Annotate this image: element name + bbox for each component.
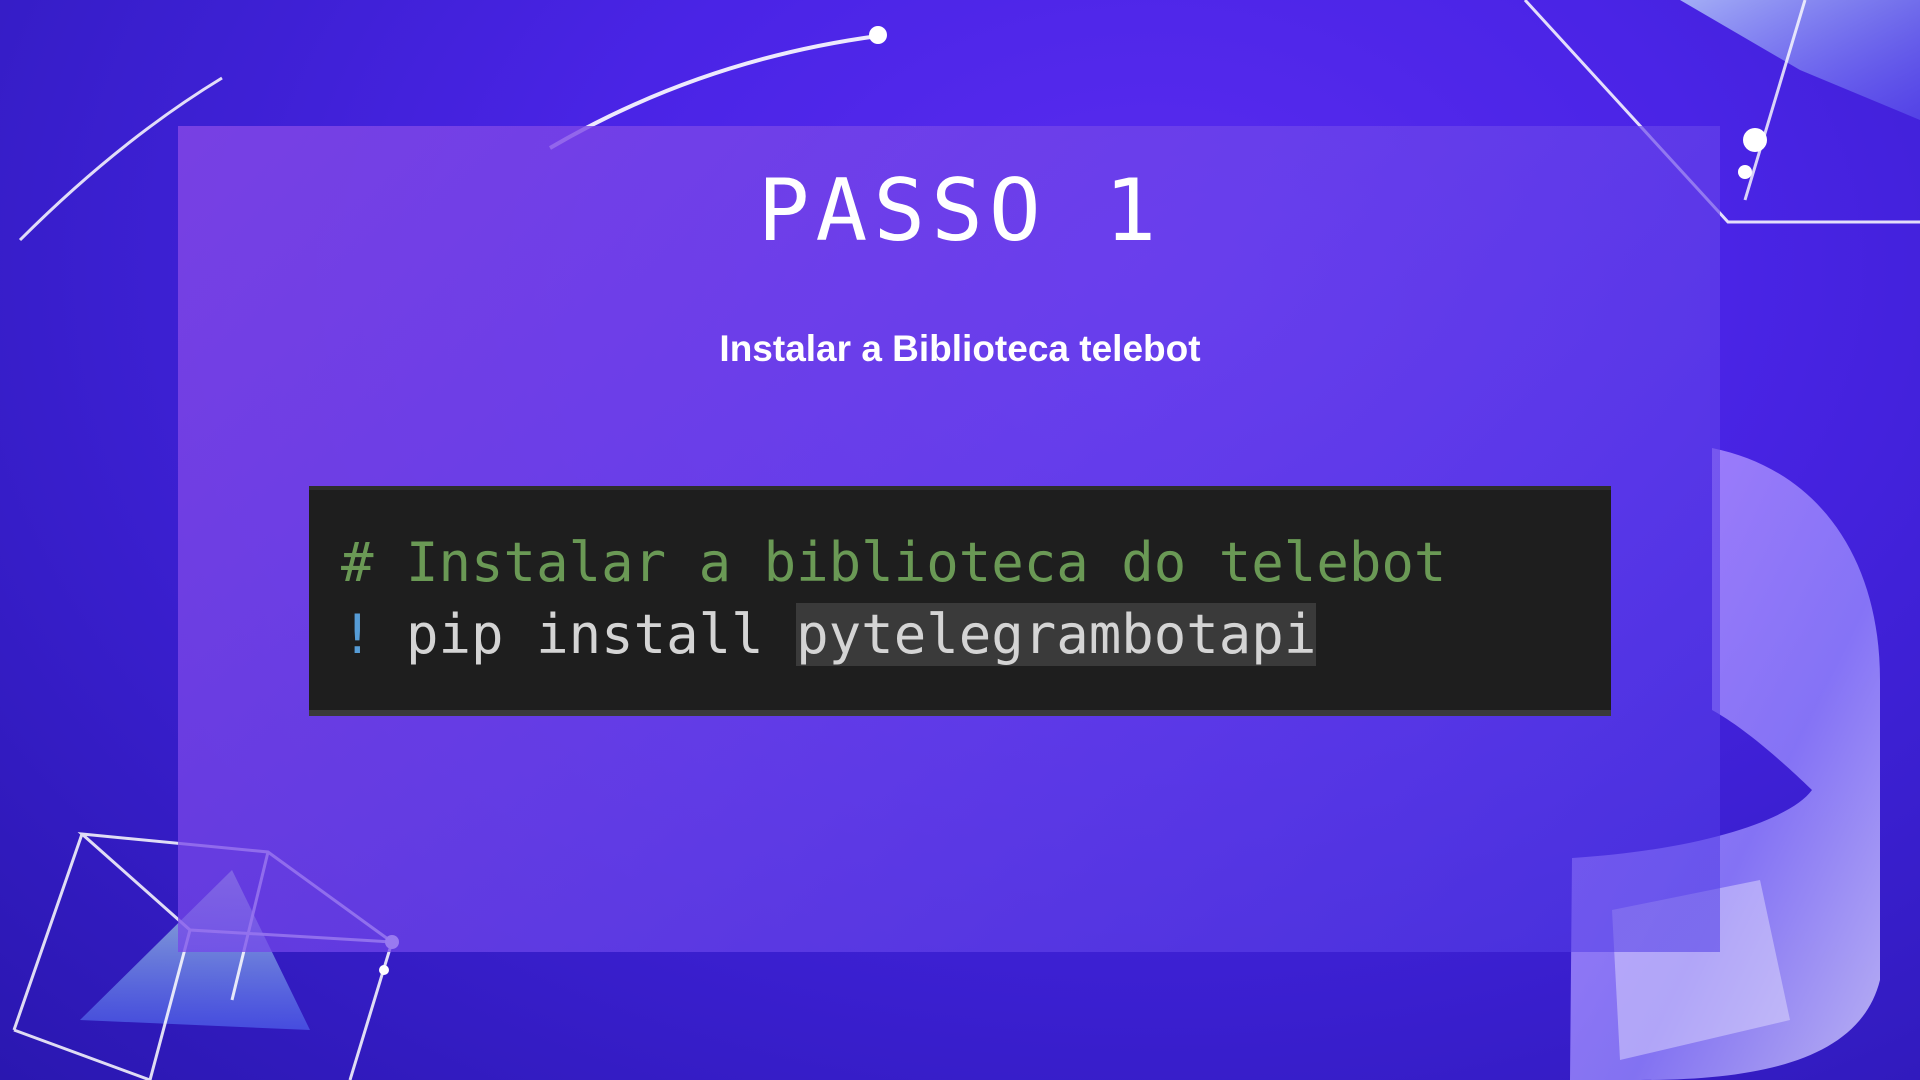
slide-subtitle: Instalar a Biblioteca telebot: [719, 328, 1201, 369]
code-command-line: ! pip install pytelegrambotapi: [341, 603, 1317, 666]
code-comment-line: # Instalar a biblioteca do telebot: [341, 531, 1447, 594]
code-package-name: pytelegrambotapi: [796, 603, 1317, 666]
slide-title: PASSO 1: [757, 161, 1163, 261]
code-bang: !: [341, 603, 374, 666]
decor-dot: [869, 26, 887, 44]
code-command: pip install: [373, 603, 797, 666]
code-block: # Instalar a biblioteca do telebot ! pip…: [309, 486, 1611, 716]
